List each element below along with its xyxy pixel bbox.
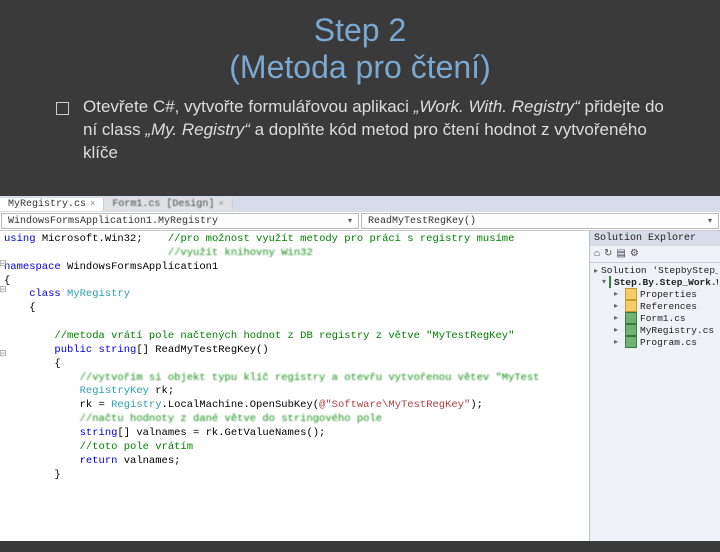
caret-icon: ▸ xyxy=(594,266,598,276)
bullet-text: Otevřete C#, vytvořte formulářovou aplik… xyxy=(83,96,680,165)
solution-explorer-toolbar: ⌂ ↻ ▤ ⚙ xyxy=(590,246,720,263)
caret-icon: ▸ xyxy=(614,289,622,299)
project-icon xyxy=(609,276,611,288)
caret-icon: ▸ xyxy=(614,337,622,347)
project-node[interactable]: ▾ Step.By.Step_Work.With.R xyxy=(592,276,718,288)
caret-icon: ▸ xyxy=(614,301,622,311)
tab-form1-design[interactable]: Form1.cs [Design]× xyxy=(104,198,232,211)
csharp-file-icon xyxy=(625,324,637,336)
document-tab-row: MyRegistry.cs× Form1.cs [Design]× xyxy=(0,196,720,212)
bullet-marker xyxy=(56,102,69,115)
chevron-down-icon: ▾ xyxy=(348,216,352,226)
show-all-icon[interactable]: ▤ xyxy=(616,248,625,260)
title-line-2: (Metoda pro čtení) xyxy=(229,49,490,85)
home-icon[interactable]: ⌂ xyxy=(594,249,600,260)
folder-icon xyxy=(625,300,637,312)
tab-myregistry[interactable]: MyRegistry.cs× xyxy=(0,198,104,211)
csharp-file-icon xyxy=(625,336,637,348)
tree-item-program[interactable]: ▸ Program.cs xyxy=(592,336,718,348)
caret-icon: ▾ xyxy=(602,277,606,287)
navigation-combos: WindowsFormsApplication1.MyRegistry ▾ Re… xyxy=(0,212,720,231)
refresh-icon[interactable]: ↻ xyxy=(604,248,612,260)
caret-icon: ▸ xyxy=(614,325,622,335)
slide-title: Step 2 (Metoda pro čtení) xyxy=(0,12,720,86)
caret-icon: ▸ xyxy=(614,313,622,323)
title-line-1: Step 2 xyxy=(314,12,407,48)
outline-toggle-icon[interactable]: ⊟ xyxy=(0,259,7,271)
close-icon[interactable]: × xyxy=(218,199,223,209)
tree-item-form1[interactable]: ▸ Form1.cs xyxy=(592,312,718,324)
class-combo[interactable]: WindowsFormsApplication1.MyRegistry ▾ xyxy=(1,213,359,229)
tree-item-references[interactable]: ▸ References xyxy=(592,300,718,312)
member-combo[interactable]: ReadMyTestRegKey() ▾ xyxy=(361,213,719,229)
close-icon[interactable]: × xyxy=(90,199,95,209)
tree-item-myregistry[interactable]: ▸ MyRegistry.cs xyxy=(592,324,718,336)
properties-icon[interactable]: ⚙ xyxy=(630,248,639,260)
folder-icon xyxy=(625,288,637,300)
solution-explorer: Solution Explorer ⌂ ↻ ▤ ⚙ ▸ Solution 'St… xyxy=(589,231,720,541)
solution-node[interactable]: ▸ Solution 'StepbyStep_WorkWi xyxy=(592,265,718,276)
outline-toggle-icon[interactable]: ⊟ xyxy=(0,349,7,361)
chevron-down-icon: ▾ xyxy=(708,216,712,226)
outline-toggle-icon[interactable]: ⊟ xyxy=(0,285,7,297)
ide-screenshot: MyRegistry.cs× Form1.cs [Design]× Window… xyxy=(0,196,720,540)
solution-explorer-header: Solution Explorer xyxy=(590,231,720,246)
csharp-file-icon xyxy=(625,312,637,324)
tree-item-properties[interactable]: ▸ Properties xyxy=(592,288,718,300)
code-editor[interactable]: ⊟⊟⊟using Microsoft.Win32; //pro možnost … xyxy=(0,231,589,541)
bullet-row: Otevřete C#, vytvořte formulářovou aplik… xyxy=(0,90,720,175)
solution-tree[interactable]: ▸ Solution 'StepbyStep_WorkWi ▾ Step.By.… xyxy=(590,263,720,350)
